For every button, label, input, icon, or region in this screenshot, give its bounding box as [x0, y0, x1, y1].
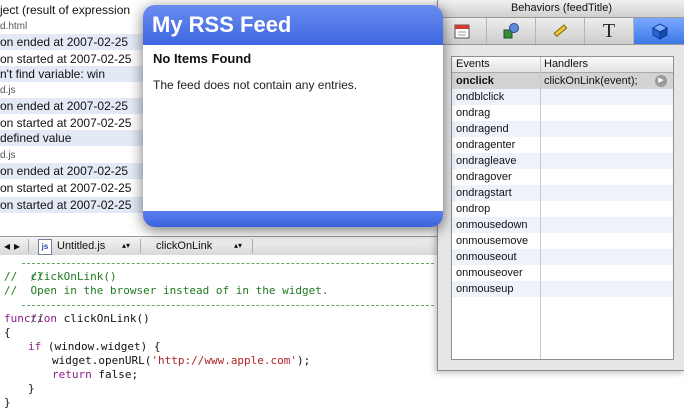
event-row-onmouseout[interactable]: onmouseout [452, 249, 673, 265]
code-line-11: } [4, 396, 11, 409]
function-signature: clickOnLink() [56, 312, 150, 325]
event-name: onmousemove [456, 235, 529, 247]
behaviors-title: Behaviors (feedTitle) [510, 2, 613, 14]
file-name-label: Untitled.js [57, 240, 106, 252]
event-name: onmousedown [456, 219, 528, 231]
code-line-5: function clickOnLink() [4, 312, 150, 326]
event-row-ondrag[interactable]: ondrag [452, 105, 673, 121]
function-menu-chevron-icon[interactable]: ▴▾ [234, 237, 242, 255]
tab-text[interactable]: T [585, 18, 634, 44]
event-name: ondragover [456, 171, 512, 183]
widget-footer [143, 211, 443, 227]
event-name: ondragenter [456, 139, 516, 151]
column-divider [540, 57, 541, 359]
tab-behaviors[interactable] [634, 18, 684, 44]
string-literal: 'http://www.apple.com' [151, 354, 298, 367]
event-row-onmousedown[interactable]: onmousedown [452, 217, 673, 233]
event-name: ondragend [456, 123, 509, 135]
no-items-heading: No Items Found [153, 51, 252, 66]
event-row-ondragleave[interactable]: ondragleave [452, 153, 673, 169]
event-row-ondrop[interactable]: ondrop [452, 201, 673, 217]
event-name: onclick [456, 75, 494, 87]
code-line-3: // Open in the browser instead of in the… [4, 284, 329, 297]
call-prefix: widget.openURL( [52, 354, 152, 367]
event-name: ondrag [456, 107, 491, 119]
comment-rule [22, 305, 434, 306]
event-row-ondblclick[interactable]: ondblclick [452, 89, 673, 105]
keyword: function [4, 312, 57, 325]
tab-metrics[interactable] [536, 18, 585, 44]
ruler-icon [553, 24, 568, 38]
tab-calendar[interactable] [438, 18, 487, 44]
function-menu-label: clickOnLink [156, 240, 213, 252]
code-editor[interactable]: // // clickOnLink() // Open in the brows… [0, 255, 438, 414]
event-name: ondragstart [456, 187, 512, 199]
event-name: ondragleave [456, 155, 517, 167]
code-line-4: // [4, 298, 434, 325]
comment-rule [22, 263, 434, 264]
behaviors-table: Events Handlers onclick clickOnLink(event… [451, 56, 674, 360]
tab-arrange[interactable] [487, 18, 536, 44]
event-row-onmousemove[interactable]: onmousemove [452, 233, 673, 249]
editor-toolbar: ◂ ▸ js Untitled.js ▴▾ clickOnLink ▴▾ [0, 236, 438, 256]
table-header: Events Handlers [452, 57, 673, 73]
toolbar-divider [140, 239, 141, 253]
calendar-icon [454, 24, 470, 39]
empty-feed-message: The feed does not contain any entries. [153, 78, 358, 92]
event-row-onclick[interactable]: onclick clickOnLink(event); ▶ [452, 73, 673, 89]
file-menu-chevron-icon[interactable]: ▴▾ [122, 237, 130, 255]
rss-widget[interactable]: My RSS Feed No Items Found The feed does… [143, 5, 443, 227]
behaviors-panel: Behaviors (feedTitle) T Events Handlers … [437, 0, 684, 371]
event-row-ondragstart[interactable]: ondragstart [452, 185, 673, 201]
widget-title[interactable]: My RSS Feed [143, 5, 443, 45]
event-row-ondragover[interactable]: ondragover [452, 169, 673, 185]
cube-icon [651, 23, 668, 40]
event-name: onmouseup [456, 283, 514, 295]
event-name: ondrop [456, 203, 491, 215]
back-arrow-icon[interactable]: ◂ [4, 237, 10, 255]
code-line-2: // clickOnLink() [4, 270, 117, 283]
event-name: ondblclick [456, 91, 505, 103]
file-name-menu[interactable]: Untitled.js [57, 237, 105, 255]
text-icon: T [602, 19, 616, 42]
js-file-icon: js [38, 239, 52, 255]
keyword: if [28, 340, 42, 353]
code-line-1: // [4, 256, 434, 283]
handlers-column-header[interactable]: Handlers [544, 57, 588, 72]
event-row-ondragend[interactable]: ondragend [452, 121, 673, 137]
toolbar-divider [28, 239, 29, 253]
event-name: onmouseout [456, 251, 517, 263]
event-row-onmouseover[interactable]: onmouseover [452, 265, 673, 281]
code-line-9: return false; [52, 368, 138, 382]
code-line-6: { [4, 326, 11, 339]
call-suffix: ); [297, 354, 311, 367]
if-condition: (window.widget) { [41, 340, 161, 353]
forward-arrow-icon[interactable]: ▸ [14, 237, 20, 255]
event-row-onmouseup[interactable]: onmouseup [452, 281, 673, 297]
go-to-handler-icon[interactable]: ▶ [655, 75, 667, 87]
behaviors-title-bar[interactable]: Behaviors (feedTitle) [438, 0, 684, 18]
keyword: return [52, 368, 92, 381]
arrange-icon [503, 23, 519, 39]
code-line-10: } [28, 382, 35, 395]
function-menu[interactable]: clickOnLink [156, 237, 212, 255]
events-column-header[interactable]: Events [456, 57, 490, 72]
toolbar-divider [252, 239, 253, 253]
event-handler[interactable]: clickOnLink(event); [544, 73, 638, 89]
event-row-ondragenter[interactable]: ondragenter [452, 137, 673, 153]
return-value: false; [91, 368, 139, 381]
code-line-8: widget.openURL('http://www.apple.com'); [52, 354, 310, 368]
event-name: onmouseover [456, 267, 523, 279]
inspector-toolbar: T [438, 18, 684, 45]
code-line-7: if (window.widget) { [28, 340, 160, 354]
